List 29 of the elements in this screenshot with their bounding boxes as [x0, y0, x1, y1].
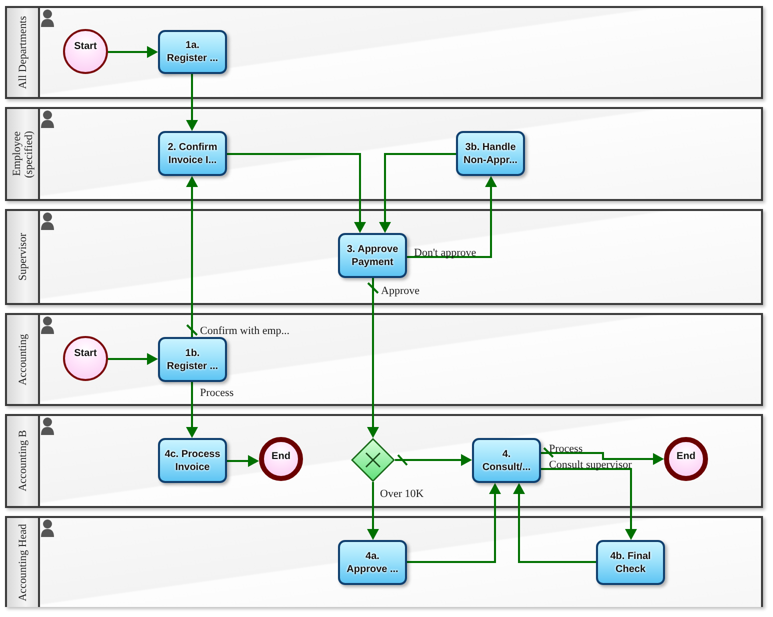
flow-label: Over 10K — [380, 488, 424, 500]
person-icon — [41, 316, 54, 334]
person-icon — [41, 212, 54, 230]
task-box: 3b. Handle Non-Appr... — [456, 131, 525, 176]
task-box: 2. Confirm Invoice I... — [158, 131, 227, 176]
gateway-icon — [351, 438, 395, 482]
flow-label: Process — [549, 443, 583, 455]
task-box: 1b. Register ... — [158, 337, 227, 382]
person-icon — [41, 110, 54, 128]
flow-label: Process — [200, 387, 234, 399]
task-box: 4b. Final Check — [596, 540, 665, 585]
lane-title: Accounting Head — [16, 524, 28, 602]
person-icon — [41, 519, 54, 537]
flow-label: Approve — [381, 285, 420, 297]
lane-title: All Departments — [16, 16, 28, 89]
task-box: 4c. Process Invoice — [158, 438, 227, 483]
flow-label: Don't approve — [414, 247, 476, 259]
person-icon — [41, 417, 54, 435]
flow-label: Consult supervisor — [549, 459, 632, 471]
task-box: 1a. Register ... — [158, 30, 227, 74]
task-box: 4. Consult/... — [472, 438, 541, 483]
lane-title: Employee (specified) — [10, 129, 34, 180]
lane-title: Accounting B — [16, 430, 28, 492]
task-box: 4a. Approve ... — [338, 540, 407, 585]
task-box: 3. Approve Payment — [338, 233, 407, 278]
lane-title: Accounting — [16, 334, 28, 386]
lane-title: Supervisor — [16, 233, 28, 281]
flow-label: Confirm with emp... — [200, 325, 290, 337]
person-icon — [41, 9, 54, 27]
